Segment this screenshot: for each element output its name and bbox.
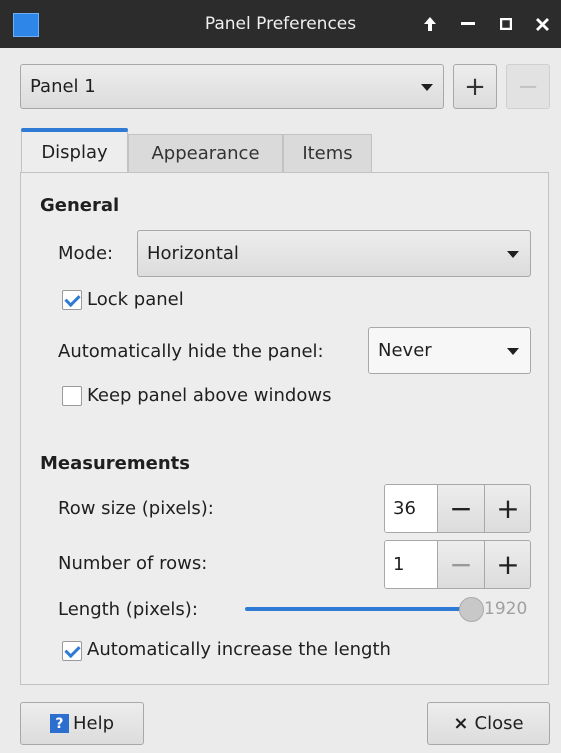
lock-panel-checkbox[interactable]	[62, 290, 82, 310]
length-label: Length (pixels):	[58, 599, 198, 620]
rows-spinner: 1 − +	[384, 540, 531, 589]
rows-decrement-button[interactable]: −	[437, 541, 484, 588]
autohide-select-value: Never	[378, 340, 432, 361]
maximize-icon[interactable]	[492, 0, 520, 48]
keep-above-label: Keep panel above windows	[87, 385, 332, 406]
length-value: 1920	[484, 599, 528, 619]
help-button[interactable]: ? Help	[20, 702, 144, 745]
row-size-increment-button[interactable]: +	[484, 485, 530, 532]
chevron-down-icon	[507, 348, 519, 355]
rows-label: Number of rows:	[58, 553, 208, 574]
close-icon[interactable]	[528, 0, 556, 48]
title-bar: Panel Preferences	[0, 0, 561, 48]
close-x-icon: ×	[453, 713, 469, 734]
mode-select[interactable]: Horizontal	[137, 230, 531, 277]
add-panel-button[interactable]: +	[453, 64, 497, 109]
mode-select-value: Horizontal	[147, 243, 239, 264]
row-size-decrement-button[interactable]: −	[437, 485, 484, 532]
rows-increment-button[interactable]: +	[484, 541, 530, 588]
tab-display[interactable]: Display	[21, 131, 128, 173]
mode-label: Mode:	[58, 243, 114, 264]
length-slider-handle[interactable]	[459, 597, 484, 622]
active-tab-indicator	[21, 128, 128, 132]
general-heading: General	[40, 195, 120, 216]
auto-length-checkbox[interactable]	[62, 641, 82, 661]
measurements-heading: Measurements	[40, 453, 190, 474]
autohide-label: Automatically hide the panel:	[58, 341, 324, 362]
chevron-down-icon	[421, 84, 433, 91]
row-size-label: Row size (pixels):	[58, 498, 214, 519]
auto-length-label: Automatically increase the length	[87, 639, 391, 660]
lock-panel-label: Lock panel	[87, 289, 184, 310]
keep-above-checkbox[interactable]	[62, 386, 82, 406]
rows-input[interactable]: 1	[385, 541, 437, 588]
tab-items[interactable]: Items	[283, 134, 372, 172]
help-button-label: Help	[72, 713, 115, 734]
close-button[interactable]: × Close	[427, 702, 550, 745]
tab-appearance[interactable]: Appearance	[128, 134, 283, 172]
remove-panel-button[interactable]: −	[506, 64, 550, 109]
row-size-input[interactable]: 36	[385, 485, 437, 532]
keep-above-arrow-icon[interactable]	[416, 0, 444, 48]
autohide-select[interactable]: Never	[368, 327, 531, 374]
close-button-label: Close	[474, 713, 524, 734]
help-icon: ?	[49, 714, 69, 733]
minimize-icon[interactable]	[454, 0, 482, 48]
panel-select[interactable]: Panel 1	[20, 64, 444, 109]
length-slider-track[interactable]	[245, 607, 472, 611]
chevron-down-icon	[507, 251, 519, 258]
panel-select-value: Panel 1	[30, 76, 96, 97]
row-size-spinner: 36 − +	[384, 484, 531, 533]
